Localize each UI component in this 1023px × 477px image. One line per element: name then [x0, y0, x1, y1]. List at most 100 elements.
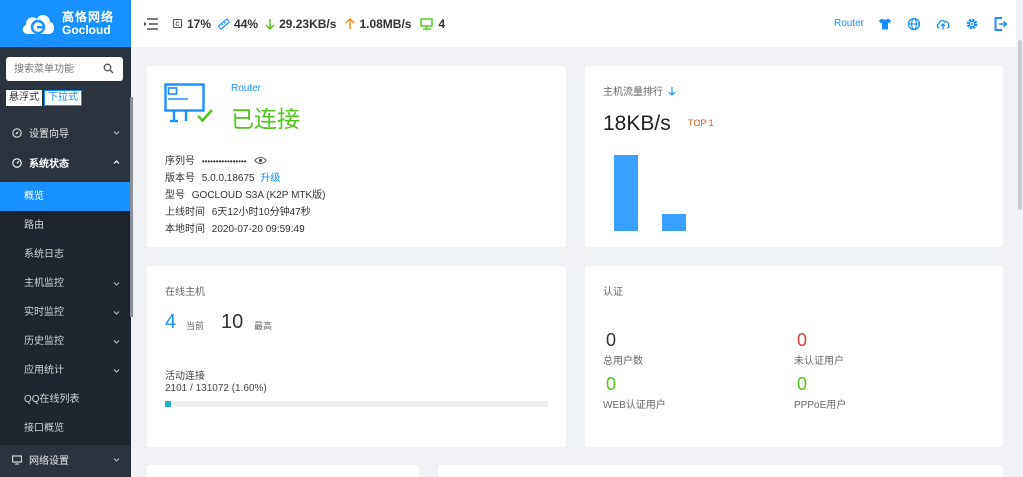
hosts-stat: 4 [420, 17, 445, 31]
local-time-label: 本地时间 [165, 224, 205, 235]
max-hosts-label: 最高 [254, 321, 273, 331]
connections-progress-bar [165, 401, 548, 407]
search-icon[interactable] [103, 63, 114, 74]
current-hosts-value: 4 [165, 311, 177, 333]
bottom-card-left [147, 465, 419, 477]
current-hosts-label: 当前 [186, 321, 205, 331]
chevron-down-icon [113, 282, 120, 286]
traffic-ranking-title[interactable]: 主机流量排行 [603, 83, 676, 98]
menu-toggle-icon[interactable] [144, 17, 158, 30]
chevron-down-icon [113, 458, 120, 462]
top-rank-badge: TOP 1 [688, 118, 714, 128]
gauge-icon [12, 157, 22, 168]
upgrade-link[interactable]: 升级 [260, 173, 280, 184]
uptime-row: 上线时间 6天12小时10分钟47秒 [165, 203, 311, 218]
menu-setup-wizard-label: 设置向导 [29, 129, 69, 140]
download-value: 29.23KB/s [279, 16, 337, 31]
menu-search-input[interactable] [6, 57, 98, 81]
logo[interactable]: 高恪网络 Gocloud [0, 0, 131, 47]
serial-row: 序列号 •••••••••••••••• [165, 152, 268, 167]
menu-system-status[interactable]: 系统状态 [0, 148, 131, 177]
monitor-icon [12, 454, 22, 465]
cpu-stat: C 17% [172, 17, 211, 31]
submenu-item-label: 系统日志 [24, 249, 64, 260]
max-hosts-value: 10 [221, 311, 244, 333]
sort-down-icon [668, 87, 676, 96]
traffic-bar[interactable] [662, 214, 686, 231]
mode-dropdown-tab[interactable]: 下拉式 [44, 90, 82, 106]
serial-label: 序列号 [165, 156, 195, 167]
computer-icon [420, 17, 434, 30]
pppoe-users-value: 0 [797, 374, 808, 394]
submenu-item[interactable]: 历史监控 [0, 327, 131, 356]
version-label: 版本号 [165, 173, 195, 184]
submenu-item-label: 概览 [24, 191, 44, 202]
submenu-item[interactable]: 概览 [0, 182, 131, 211]
top-traffic-value: 18KB/s [603, 112, 671, 135]
eye-icon[interactable] [254, 156, 268, 165]
mode-float-tab[interactable]: 悬浮式 [6, 90, 42, 106]
menu-mode-tabs: 悬浮式 下拉式 [6, 90, 82, 106]
logo-text-cn: 高恪网络 [62, 9, 115, 24]
memory-icon [218, 17, 231, 30]
page-scrollbar[interactable] [1018, 40, 1022, 210]
top-bar: C 17% 44% 29.23KB/s 1.08MB/s 4 Router [131, 0, 1023, 47]
compass-icon [12, 127, 22, 138]
model-row: 型号 GOCLOUD S3A (K2P MTK版) [165, 186, 326, 201]
total-users-label: 总用户数 [603, 356, 643, 367]
submenu-item[interactable]: 接口概览 [0, 414, 131, 443]
bottom-card-right [438, 465, 1003, 477]
submenu-item[interactable]: 应用统计 [0, 356, 131, 385]
connection-status: 已连接 [231, 106, 300, 132]
uptime-value: 6天12小时10分钟47秒 [211, 207, 311, 218]
upload-value: 1.08MB/s [359, 16, 412, 31]
pppoe-users-label: PPPoE用户 [794, 400, 847, 411]
chevron-down-icon [113, 369, 120, 373]
cpu-value: 17% [187, 16, 212, 31]
version-row: 版本号 5.0.0.18675 升级 [165, 169, 280, 184]
submenu-item-label: 实时监控 [24, 307, 64, 318]
memory-stat: 44% [218, 17, 258, 31]
active-connections-label: 活动连接 [165, 371, 205, 382]
globe-icon[interactable] [907, 17, 921, 31]
submenu-item[interactable]: 主机监控 [0, 269, 131, 298]
web-auth-users-label: WEB认证用户 [603, 400, 666, 411]
menu-network-settings[interactable]: 网络设置 [0, 445, 131, 474]
traffic-bar[interactable] [614, 155, 638, 231]
memory-value: 44% [234, 16, 259, 31]
router-info-card: Router 已连接 序列号 •••••••••••••••• 版本号 5.0.… [147, 66, 566, 247]
serial-value: •••••••••••••••• [201, 157, 247, 166]
hosts-value: 4 [438, 16, 446, 31]
router-name-link[interactable]: Router [834, 18, 864, 29]
submenu-item[interactable]: 系统日志 [0, 240, 131, 269]
logout-icon[interactable] [994, 16, 1008, 31]
auth-card: 认证 0 总用户数 0 未认证用户 0 WEB认证用户 0 PPPoE用户 [585, 266, 1003, 447]
chevron-down-icon [113, 340, 120, 344]
sidebar-scrollbar[interactable] [130, 97, 133, 317]
menu-setup-wizard[interactable]: 设置向导 [0, 118, 131, 147]
cpu-icon: C [172, 18, 183, 29]
uptime-label: 上线时间 [165, 207, 205, 218]
submenu-item[interactable]: 实时监控 [0, 298, 131, 327]
unauth-users-label: 未认证用户 [794, 356, 844, 367]
menu-search [6, 57, 123, 81]
sidebar: 高恪网络 Gocloud 悬浮式 下拉式 设置向导 系统状态 [0, 0, 133, 477]
version-value: 5.0.0.18675 [201, 173, 255, 184]
upload-stat: 1.08MB/s [345, 17, 411, 31]
cloud-logo-icon [22, 14, 54, 34]
system-status-submenu: 概览路由系统日志主机监控实时监控历史监控 应用统计 QQ在线列表 接口概览 [0, 182, 131, 445]
local-time-value: 2020-07-20 09:59:49 [211, 224, 305, 235]
submenu-item[interactable]: 路由 [0, 211, 131, 240]
logo-text-en: Gocloud [62, 22, 111, 37]
cloud-upload-icon[interactable] [936, 17, 950, 31]
online-hosts-card: 在线主机 4 当前 10 最高 活动连接 2101 / 131072 (1.60… [147, 266, 566, 447]
router-connected-icon [164, 83, 213, 123]
router-name: Router [231, 83, 262, 94]
unauth-users-value: 0 [797, 330, 808, 350]
chevron-up-icon [113, 160, 120, 164]
menu-network-settings-label: 网络设置 [29, 456, 69, 467]
submenu-item[interactable]: QQ在线列表 [0, 385, 131, 414]
local-time-row: 本地时间 2020-07-20 09:59:49 [165, 220, 305, 235]
tshirt-icon[interactable] [878, 17, 892, 31]
gear-icon[interactable] [965, 17, 979, 31]
